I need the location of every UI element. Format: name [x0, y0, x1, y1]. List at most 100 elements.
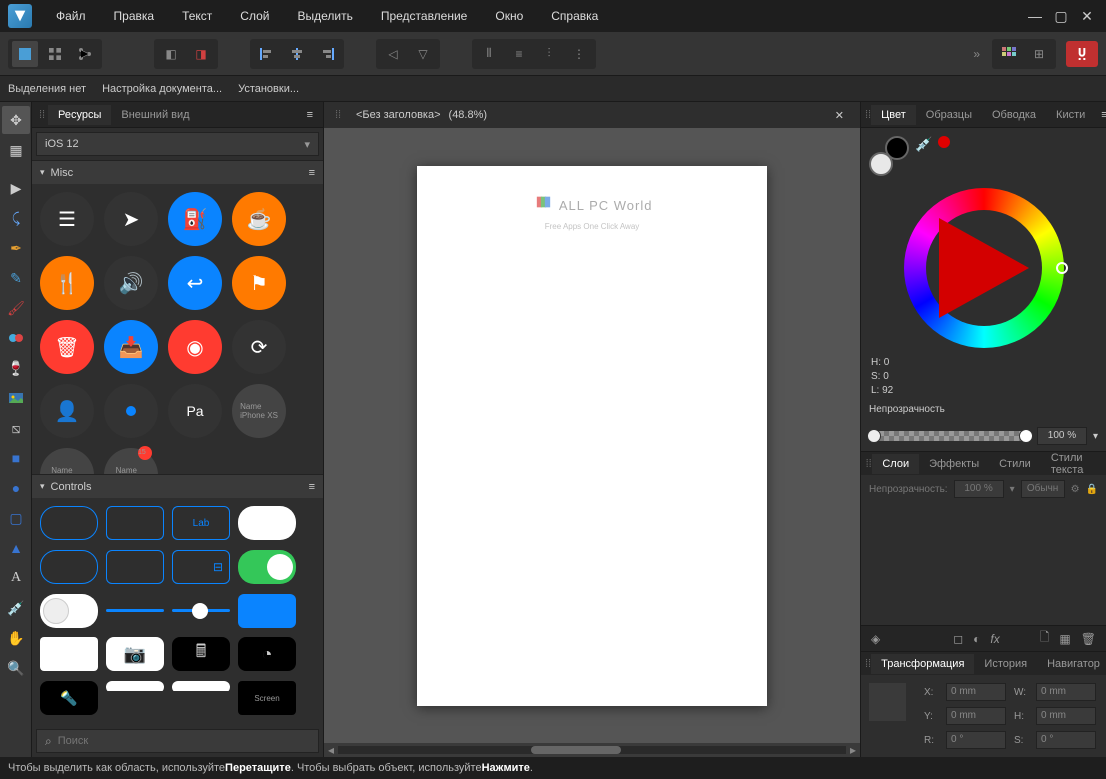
transform-h[interactable]: 0 mm — [1036, 707, 1096, 725]
opacity-value[interactable]: 100 % — [1037, 427, 1087, 445]
opacity-dropdown-icon[interactable]: ▾ — [1093, 431, 1098, 442]
asset-search[interactable]: ⌕ — [36, 729, 319, 753]
tab-swatches[interactable]: Образцы — [916, 105, 982, 125]
flip-h-icon[interactable]: ◁ — [380, 41, 406, 67]
blend-mode-dropdown[interactable]: Обычн — [1021, 480, 1065, 498]
asset-trash-icon[interactable]: 🗑 — [40, 320, 94, 374]
asset-list-icon[interactable]: ☰ — [40, 192, 94, 246]
node-tool-icon[interactable]: ▶ — [2, 174, 30, 202]
ctrl-bar-2[interactable] — [172, 681, 230, 693]
artboard-tool-icon[interactable]: ▦ — [2, 136, 30, 164]
brush-tool-icon[interactable]: 🖌 — [2, 294, 30, 322]
layers-stack-icon[interactable]: ◈ — [871, 632, 880, 646]
space-h-icon[interactable]: ⫶ — [536, 41, 562, 67]
arrange-front-icon[interactable]: ◨ — [188, 41, 214, 67]
layer-opacity-dropdown-icon[interactable]: ▾ — [1010, 484, 1015, 495]
eyedropper-icon[interactable]: 💉 — [915, 136, 932, 153]
color-triangle[interactable] — [939, 218, 1029, 318]
hue-marker[interactable] — [1056, 262, 1068, 274]
asset-fuel-icon[interactable]: ⛽ — [168, 192, 222, 246]
persona-pixel-icon[interactable] — [42, 41, 68, 67]
transform-x[interactable]: 0 mm — [946, 683, 1006, 701]
ctrl-slider-track[interactable] — [106, 609, 164, 612]
ctrl-slider[interactable] — [172, 609, 230, 612]
scroll-thumb[interactable] — [531, 746, 621, 754]
color-wheel[interactable] — [904, 188, 1064, 348]
transform-y[interactable]: 0 mm — [946, 707, 1006, 725]
ctrl-switch-on[interactable] — [238, 550, 296, 584]
space-v-icon[interactable]: ⋮ — [566, 41, 592, 67]
panel-menu-icon[interactable]: ≡ — [301, 109, 319, 121]
asset-apple-pay-icon[interactable]: Pa — [168, 384, 222, 438]
asset-library-dropdown[interactable]: iOS 12 — [36, 132, 319, 156]
layer-settings-icon[interactable]: ⚙ — [1071, 484, 1080, 495]
layer-lock-icon[interactable]: 🔒 — [1086, 484, 1098, 495]
ctrl-flashlight-icon[interactable]: 🔦 — [40, 681, 98, 715]
transform-r[interactable]: 0 ° — [946, 731, 1006, 749]
ctrl-card-icon[interactable] — [40, 637, 98, 671]
layer-opacity-value[interactable]: 100 % — [954, 480, 1004, 498]
hand-tool-icon[interactable]: ✋ — [2, 624, 30, 652]
align-center-h-icon[interactable] — [284, 41, 310, 67]
color-panel-menu-icon[interactable]: ≡ — [1095, 109, 1106, 121]
panel-drag-handle-icon[interactable]: ⁞⁞ — [36, 109, 48, 121]
tab-appearance[interactable]: Внешний вид — [111, 105, 199, 125]
guides-icon[interactable]: ⊞ — [1026, 41, 1052, 67]
tab-history[interactable]: История — [974, 654, 1037, 674]
flip-v-icon[interactable]: ▽ — [410, 41, 436, 67]
asset-iphone-xs-icon[interactable]: NameiPhone XS — [232, 384, 286, 438]
scroll-right-icon[interactable]: ▸ — [846, 743, 860, 757]
layers-panel-handle-icon[interactable]: ⁞⁞ — [865, 458, 872, 470]
fill-tool-icon[interactable] — [2, 324, 30, 352]
asset-spinner-icon[interactable]: ⟳ — [232, 320, 286, 374]
transform-s[interactable]: 0 ° — [1036, 731, 1096, 749]
ctrl-rect-outline-2[interactable] — [106, 550, 164, 584]
persona-export-icon[interactable] — [72, 41, 98, 67]
section-misc-header[interactable]: ▾Misc≡ — [32, 160, 323, 184]
section-controls-header[interactable]: ▾Controls≡ — [32, 474, 323, 498]
distribute-h-icon[interactable]: ⫴ — [476, 41, 502, 67]
triangle-tool-icon[interactable]: ▲ — [2, 534, 30, 562]
tab-styles[interactable]: Стили — [989, 454, 1041, 474]
document-tab[interactable]: <Без заголовка> (48.8%) — [344, 105, 499, 125]
adjustment-icon[interactable]: ◐ — [973, 632, 980, 646]
anchor-point-widget[interactable] — [869, 683, 906, 721]
menu-edit[interactable]: Правка — [102, 3, 167, 29]
toolbar-overflow[interactable]: » — [967, 47, 986, 61]
snap-toggle[interactable] — [1066, 41, 1098, 67]
tab-assets[interactable]: Ресурсы — [48, 105, 111, 125]
pencil-tool-icon[interactable]: ✎ — [2, 264, 30, 292]
fill-swatch[interactable] — [869, 152, 893, 176]
ellipse-tool-icon[interactable]: ● — [2, 474, 30, 502]
arrange-back-icon[interactable]: ◧ — [158, 41, 184, 67]
ctrl-stepper[interactable]: ⊟ — [172, 550, 230, 584]
menu-file[interactable]: Файл — [44, 3, 98, 29]
zoom-tool-icon[interactable]: 🔍 — [2, 654, 30, 682]
ctrl-label-button[interactable]: Lab — [172, 506, 230, 540]
document-close-icon[interactable]: ✕ — [827, 109, 852, 122]
sampled-color-icon[interactable] — [938, 136, 950, 148]
asset-iphone-8-icon[interactable]: NameiPhone 8 — [40, 448, 94, 474]
search-input[interactable] — [58, 735, 310, 747]
asset-record-icon[interactable] — [104, 384, 158, 438]
asset-location-arrow-icon[interactable]: ➤ — [104, 192, 158, 246]
ctrl-pill-outline[interactable] — [40, 506, 98, 540]
asset-fingerprint-icon[interactable]: ◉ — [168, 320, 222, 374]
persona-designer-icon[interactable] — [12, 41, 38, 67]
canvas-viewport[interactable]: ALL PC World Free Apps One Click Away — [324, 128, 860, 743]
eyedropper-tool-icon[interactable]: 💉 — [2, 594, 30, 622]
close-button[interactable]: ✕ — [1080, 9, 1094, 23]
crop-tool-icon[interactable]: ⧅ — [2, 414, 30, 442]
tab-layers[interactable]: Слои — [872, 454, 919, 474]
color-swatch-pair[interactable] — [869, 136, 909, 176]
asset-archive-icon[interactable]: 📥 — [104, 320, 158, 374]
document-setup-link[interactable]: Настройка документа... — [102, 83, 222, 95]
asset-coffee-icon[interactable]: ☕ — [232, 192, 286, 246]
menu-help[interactable]: Справка — [539, 3, 610, 29]
align-right-icon[interactable] — [314, 41, 340, 67]
add-layer-icon[interactable]: 🗋 — [1040, 628, 1050, 649]
tab-transform[interactable]: Трансформация — [871, 654, 974, 674]
menu-view[interactable]: Представление — [369, 3, 480, 29]
tab-stroke[interactable]: Обводка — [982, 105, 1046, 125]
menu-select[interactable]: Выделить — [285, 3, 364, 29]
